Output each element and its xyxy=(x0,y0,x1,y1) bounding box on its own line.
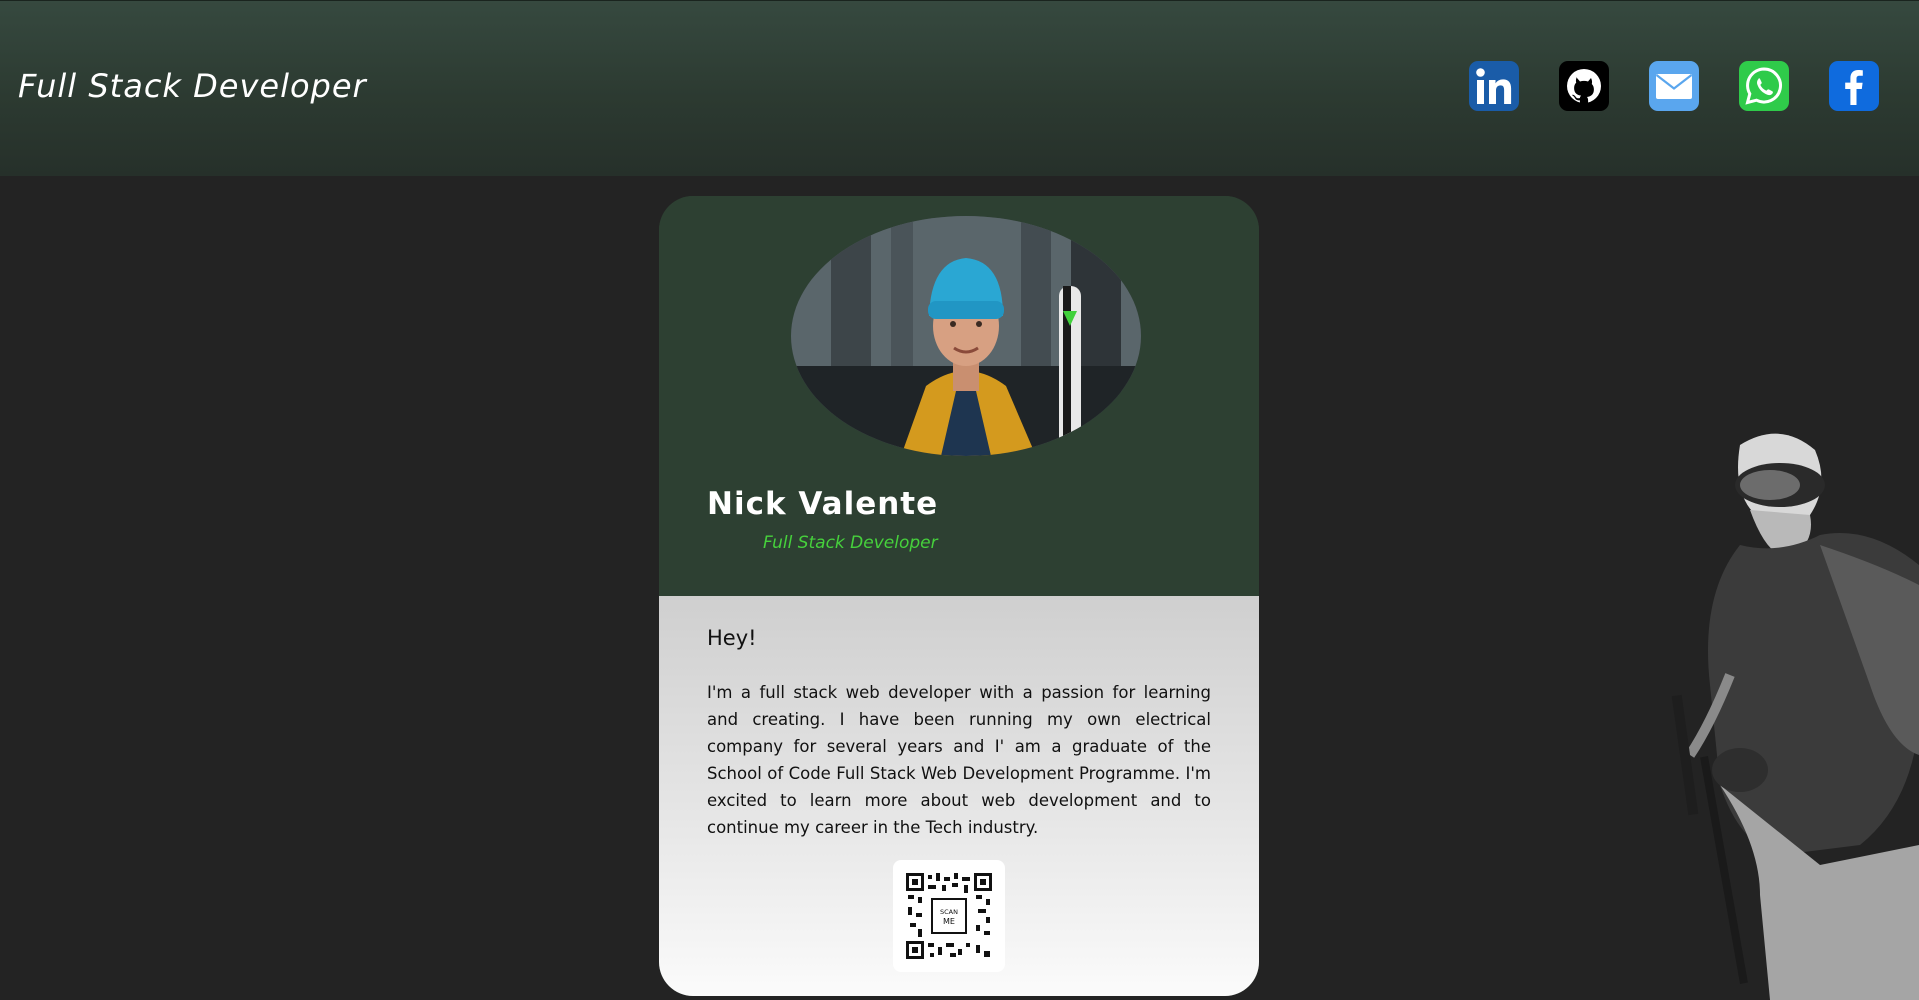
profile-role: Full Stack Developer xyxy=(763,533,938,553)
skier-figure-image xyxy=(1620,425,1919,1000)
bio-text: I'm a full stack web developer with a pa… xyxy=(707,683,1211,837)
greeting-heading: Hey! xyxy=(707,626,757,650)
mail-icon xyxy=(1655,74,1693,99)
whatsapp-link[interactable] xyxy=(1739,61,1789,111)
whatsapp-icon xyxy=(1745,67,1782,105)
qr-code[interactable]: SCAN ME xyxy=(893,860,1005,972)
facebook-link[interactable] xyxy=(1829,61,1879,111)
qr-label-scan: SCAN xyxy=(940,908,958,916)
profile-photo-illustration xyxy=(791,216,1141,456)
card-body: Hey! I'm a full stack web developer with… xyxy=(659,596,1259,996)
profile-photo xyxy=(791,216,1141,456)
qr-label-me: ME xyxy=(943,917,955,926)
profile-name: Nick Valente xyxy=(707,486,939,522)
linkedin-icon xyxy=(1476,68,1512,104)
card-header: Nick Valente Full Stack Developer xyxy=(659,196,1259,596)
page-header: Full Stack Developer xyxy=(0,0,1919,176)
linkedin-link[interactable] xyxy=(1469,61,1519,111)
facebook-icon xyxy=(1845,70,1863,105)
profile-card: Nick Valente Full Stack Developer Hey! I… xyxy=(659,196,1259,996)
qr-code-icon: SCAN ME xyxy=(906,873,992,959)
github-link[interactable] xyxy=(1559,61,1609,111)
header-title: Full Stack Developer xyxy=(18,67,367,105)
github-icon xyxy=(1567,69,1601,103)
email-link[interactable] xyxy=(1649,61,1699,111)
